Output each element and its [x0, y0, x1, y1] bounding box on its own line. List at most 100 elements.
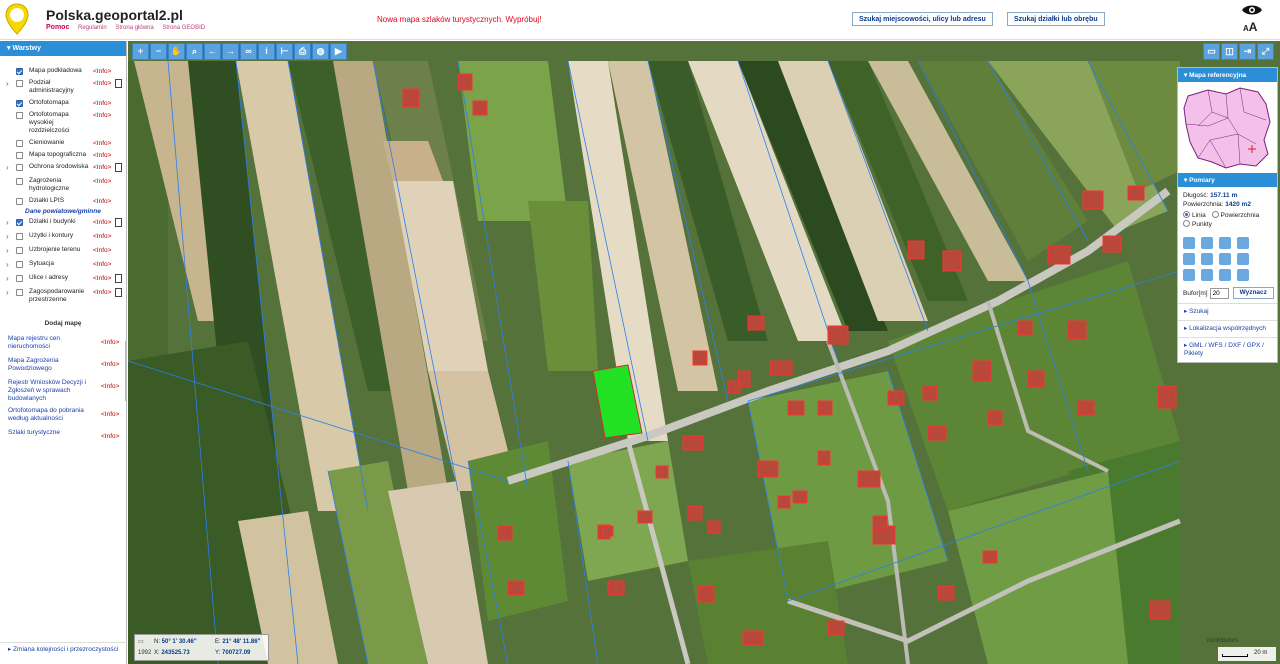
layer-info-link[interactable]: <Info>: [93, 219, 111, 226]
layer-checkbox[interactable]: [16, 80, 23, 87]
add-map-info-link[interactable]: <Info>: [101, 361, 119, 368]
sidebar-scrollbar[interactable]: [125, 341, 127, 401]
layer-checkbox[interactable]: [16, 164, 23, 171]
save-icon[interactable]: [1219, 237, 1231, 249]
pan-hand-icon[interactable]: ✋: [168, 43, 185, 60]
search-parcel-button[interactable]: Szukaj działki lub obrębu: [1007, 12, 1105, 26]
layer-checkbox[interactable]: [16, 289, 23, 296]
search-panel-link[interactable]: ▸ Szukaj: [1178, 303, 1277, 320]
info-icon[interactable]: i: [258, 43, 275, 60]
layer-checkbox[interactable]: [16, 68, 23, 75]
layer-row[interactable]: › Ochrona środowiska <Info>: [0, 161, 126, 175]
coordinates-panel-link[interactable]: ▸ Lokalizacja współrzędnych: [1178, 320, 1277, 337]
expand-arrow-icon[interactable]: ›: [6, 218, 16, 228]
zoom-out-icon[interactable]: −: [150, 43, 167, 60]
layer-info-link[interactable]: <Info>: [93, 289, 111, 296]
points-radio[interactable]: [1183, 220, 1190, 227]
layer-row[interactable]: › Zagospodarowanie przestrzenne <Info>: [0, 286, 126, 306]
globe-icon[interactable]: ◍: [312, 43, 329, 60]
layer-info-link[interactable]: <Info>: [93, 80, 111, 87]
polyline-icon[interactable]: [1201, 269, 1213, 281]
legend-doc-icon[interactable]: [115, 163, 122, 172]
expand-arrow-icon[interactable]: ›: [6, 79, 16, 89]
layer-info-link[interactable]: <Info>: [93, 100, 111, 107]
video-icon[interactable]: ▶: [330, 43, 347, 60]
compute-button[interactable]: Wyznacz: [1232, 287, 1274, 299]
geobid-logo-icon[interactable]: [5, 3, 29, 35]
expand-icon[interactable]: ⇥: [1239, 43, 1256, 60]
coords-system[interactable]: 1992: [138, 648, 154, 659]
layer-row[interactable]: › Działki i budynki <Info>: [0, 216, 126, 230]
buffer-input[interactable]: [1209, 287, 1229, 299]
measure-header[interactable]: ▾ Pomiary: [1178, 173, 1277, 187]
nav-help[interactable]: Pomoc: [46, 24, 69, 31]
layer-order-link[interactable]: ▸ Zmiana kolejności i przezroczystości: [0, 642, 127, 664]
remove-point-icon[interactable]: [1219, 253, 1231, 265]
eye-icon[interactable]: [1241, 3, 1263, 17]
layer-row[interactable]: Mapa podkładowa <Info>: [0, 65, 126, 77]
trash-icon[interactable]: [1237, 237, 1249, 249]
move-point-icon[interactable]: [1237, 253, 1249, 265]
expand-arrow-icon[interactable]: ›: [6, 288, 16, 298]
layer-checkbox[interactable]: [16, 198, 23, 205]
layer-checkbox[interactable]: [16, 178, 23, 185]
layer-checkbox[interactable]: [16, 152, 23, 159]
measure-icon[interactable]: ⊢: [276, 43, 293, 60]
add-map-label[interactable]: Ortofotomapa do pobrania według aktualno…: [8, 407, 96, 423]
layers-header[interactable]: ▾ Warstwy: [0, 41, 126, 56]
layer-checkbox[interactable]: [16, 275, 23, 282]
nav-home[interactable]: Strona główna: [115, 25, 153, 31]
add-map-info-link[interactable]: <Info>: [101, 433, 119, 440]
arrow-left-icon[interactable]: [1183, 253, 1195, 265]
expand-arrow-icon[interactable]: ›: [6, 246, 16, 256]
new-document-icon[interactable]: [1183, 237, 1195, 249]
reference-map-header[interactable]: ▾ Mapa referencyjna: [1178, 68, 1277, 82]
line-radio[interactable]: [1183, 211, 1190, 218]
layer-info-link[interactable]: <Info>: [93, 275, 111, 282]
layer-info-link[interactable]: <Info>: [93, 261, 111, 268]
add-map-item[interactable]: Mapa Zagrożenia Powodziowego <Info>: [0, 355, 126, 377]
add-map-label[interactable]: Mapa Zagrożenia Powodziowego: [8, 357, 96, 373]
promo-banner[interactable]: Nowa mapa szlaków turystycznych. Wypróbu…: [377, 15, 541, 24]
add-map-info-link[interactable]: <Info>: [101, 339, 119, 346]
add-map-item[interactable]: Szlaki turystyczne <Info>: [0, 427, 126, 449]
orthophoto-map[interactable]: [128, 41, 1280, 664]
layer-info-link[interactable]: <Info>: [93, 140, 111, 147]
layer-checkbox[interactable]: [16, 100, 23, 107]
layer-checkbox[interactable]: [16, 112, 23, 119]
layer-checkbox[interactable]: [16, 219, 23, 226]
layer-row[interactable]: › Uzbrojenie terenu <Info>: [0, 244, 126, 258]
layer-info-link[interactable]: <Info>: [93, 233, 111, 240]
add-map-info-link[interactable]: <Info>: [101, 383, 119, 390]
layer-row[interactable]: Ortofotomapa wysokiej rozdzielczości <Inf…: [0, 109, 126, 137]
legend-doc-icon[interactable]: [115, 79, 122, 88]
font-size-toggle[interactable]: AA: [1243, 20, 1257, 34]
expand-arrow-icon[interactable]: ›: [6, 232, 16, 242]
add-map-label[interactable]: Szlaki turystyczne: [8, 429, 96, 437]
search-place-button[interactable]: Szukaj miejscowości, ulicy lub adresu: [852, 12, 993, 26]
add-map-label[interactable]: Mapa rejestru cen nieruchomości: [8, 335, 96, 351]
layer-info-link[interactable]: <Info>: [93, 247, 111, 254]
add-map-item[interactable]: Rejestr Wniosków Decyzji i Zgłoszeń w sp…: [0, 377, 126, 405]
magnifier-icon[interactable]: ⌕: [186, 43, 203, 60]
zoom-in-icon[interactable]: +: [132, 43, 149, 60]
folder-icon[interactable]: [1201, 237, 1213, 249]
expand-arrow-icon[interactable]: ›: [6, 260, 16, 270]
layer-checkbox[interactable]: [16, 140, 23, 147]
layer-row[interactable]: Cieniowanie <Info>: [0, 137, 126, 149]
map-view[interactable]: [128, 41, 1280, 664]
export-panel-link[interactable]: ▸ GML / WFS / DXF / GPX / Pikiety: [1178, 337, 1277, 362]
coords-sys-icon[interactable]: ▭: [138, 637, 154, 648]
add-map-info-link[interactable]: <Info>: [101, 411, 119, 418]
layer-row[interactable]: › Sytuacja <Info>: [0, 258, 126, 272]
nav-terms[interactable]: Regulamin: [78, 25, 107, 31]
site-title[interactable]: Polska.geoportal2.pl: [46, 7, 183, 23]
layer-info-link[interactable]: <Info>: [93, 68, 111, 75]
layer-info-link[interactable]: <Info>: [93, 164, 111, 171]
layer-row[interactable]: › Ulice i adresy <Info>: [0, 272, 126, 286]
forward-arrow-icon[interactable]: →: [222, 43, 239, 60]
layer-row[interactable]: › Użytki i kontury <Info>: [0, 230, 126, 244]
layer-row[interactable]: › Podział administracyjny <Info>: [0, 77, 126, 97]
legend-doc-icon[interactable]: [115, 274, 122, 283]
layer-row[interactable]: Zagrożenia hydrologiczne <Info>: [0, 175, 126, 195]
